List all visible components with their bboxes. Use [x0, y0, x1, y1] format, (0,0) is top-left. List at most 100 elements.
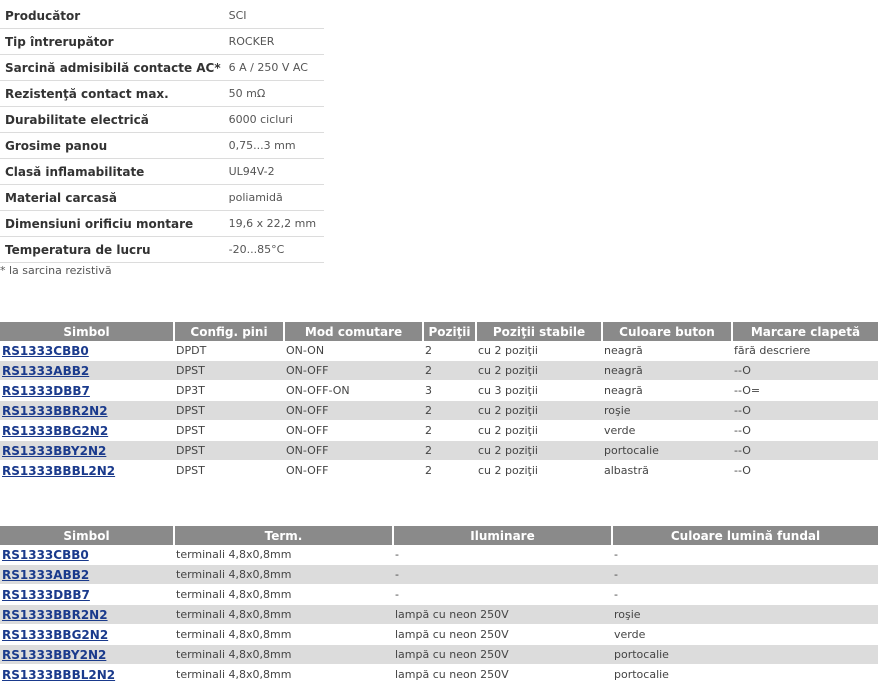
table-cell: neagră [602, 360, 732, 381]
table-row: RS1333ABB2 terminali 4,8x0,8mm - - [0, 564, 878, 585]
symbol-cell: RS1333ABB2 [0, 564, 174, 585]
table-cell: --O [732, 400, 878, 421]
spec-value: -20...85°C [220, 236, 324, 263]
column-header: Mod comutare [283, 322, 423, 341]
table-cell: DPST [174, 400, 284, 421]
product-link[interactable]: RS1333BBG2N2 [2, 424, 108, 438]
product-link[interactable]: RS1333BBG2N2 [2, 628, 108, 642]
table-cell: verde [612, 624, 878, 645]
spec-value: ROCKER [220, 28, 324, 55]
product-link[interactable]: RS1333CBB0 [2, 344, 89, 358]
table-cell: ON-OFF [284, 460, 423, 481]
table-cell: lampă cu neon 250V [393, 644, 612, 665]
symbol-cell: RS1333BBY2N2 [0, 440, 174, 461]
spec-row: Durabilitate electrică 6000 cicluri [0, 106, 324, 133]
table-cell: cu 2 poziţii [476, 360, 602, 381]
spec-row: Producător SCI [0, 3, 324, 29]
table-cell: 2 [423, 360, 476, 381]
table-cell: 2 [423, 341, 476, 361]
spec-value: poliamidă [220, 184, 324, 211]
spec-value: 19,6 x 22,2 mm [220, 210, 324, 237]
product-link[interactable]: RS1333ABB2 [2, 364, 89, 378]
table-row: RS1333BBBL2N2 DPST ON-OFF 2 cu 2 poziţii alba… [0, 460, 878, 481]
symbol-cell: RS1333CBB0 [0, 545, 174, 565]
header-row: Simbol Term. Iluminare Culoare lumină funda… [0, 526, 878, 545]
table-cell: ON-OFF [284, 360, 423, 381]
table-cell: DPST [174, 360, 284, 381]
product-link[interactable]: RS1333ABB2 [2, 568, 89, 582]
table-cell: portocalie [602, 440, 732, 461]
table-cell: verde [602, 420, 732, 441]
table-cell: terminali 4,8x0,8mm [174, 644, 393, 665]
table-cell: cu 2 poziţii [476, 400, 602, 421]
product-link[interactable]: RS1333BBBL2N2 [2, 464, 115, 478]
spec-label: Temperatura de lucru [0, 236, 221, 263]
table-cell: 2 [423, 420, 476, 441]
spec-value: SCI [220, 3, 324, 29]
table-row: RS1333BBG2N2 DPST ON-OFF 2 cu 2 poziţii verde… [0, 420, 878, 441]
spec-label: Dimensiuni orificiu montare [0, 210, 221, 237]
spec-label: Tip întrerupător [0, 28, 221, 55]
product-link[interactable]: RS1333BBR2N2 [2, 608, 108, 622]
table-cell: terminali 4,8x0,8mm [174, 604, 393, 625]
table-cell: roşie [602, 400, 732, 421]
table-cell: --O= [732, 380, 878, 401]
spec-value: 50 mΩ [220, 80, 324, 107]
spec-row: Rezistenţă contact max. 50 mΩ [0, 80, 324, 107]
table-cell: lampă cu neon 250V [393, 624, 612, 645]
table-cell: albastră [602, 460, 732, 481]
product-link[interactable]: RS1333BBBL2N2 [2, 668, 115, 682]
column-header: Simbol [0, 526, 174, 545]
table-cell: cu 3 poziţii [476, 380, 602, 401]
product-link[interactable]: RS1333DBB7 [2, 384, 90, 398]
column-header: Culoare lumină fundal [611, 526, 878, 545]
symbol-cell: RS1333DBB7 [0, 584, 174, 605]
column-header: Poziţii [422, 322, 476, 341]
product-link[interactable]: RS1333DBB7 [2, 588, 90, 602]
spec-label: Material carcasă [0, 184, 221, 211]
table-cell: - [612, 564, 878, 585]
symbol-cell: RS1333DBB7 [0, 380, 174, 401]
symbol-cell: RS1333BBR2N2 [0, 400, 174, 421]
spec-label: Producător [0, 3, 221, 29]
product-link[interactable]: RS1333BBY2N2 [2, 648, 106, 662]
table-cell: neagră [602, 341, 732, 361]
spec-value: 6 A / 250 V AC [220, 54, 324, 81]
spec-value: 0,75...3 mm [220, 132, 324, 159]
spec-row: Dimensiuni orificiu montare 19,6 x 22,2 m… [0, 210, 324, 237]
table-cell: DP3T [174, 380, 284, 401]
column-header: Poziţii stabile [475, 322, 602, 341]
table-cell: DPDT [174, 341, 284, 361]
column-header: Config. pini [173, 322, 284, 341]
table-cell: terminali 4,8x0,8mm [174, 664, 393, 685]
table-cell: terminali 4,8x0,8mm [174, 584, 393, 605]
table-cell: roşie [612, 604, 878, 625]
spec-row: Clasă inflamabilitate UL94V-2 [0, 158, 324, 185]
symbol-cell: RS1333BBG2N2 [0, 624, 174, 645]
table-cell: 2 [423, 400, 476, 421]
spec-label: Rezistenţă contact max. [0, 80, 221, 107]
table-row: RS1333CBB0 DPDT ON-ON 2 cu 2 poziţii neagră fă… [0, 341, 878, 361]
spec-row: Temperatura de lucru -20...85°C [0, 236, 324, 263]
spec-row: Material carcasă poliamidă [0, 184, 324, 211]
table-cell: --O [732, 440, 878, 461]
table-cell: terminali 4,8x0,8mm [174, 564, 393, 585]
spec-value: UL94V-2 [220, 158, 324, 185]
table-cell: portocalie [612, 644, 878, 665]
table-cell: terminali 4,8x0,8mm [174, 545, 393, 565]
table-cell: cu 2 poziţii [476, 420, 602, 441]
spec-label: Grosime panou [0, 132, 221, 159]
product-link[interactable]: RS1333CBB0 [2, 548, 89, 562]
table-row: RS1333CBB0 terminali 4,8x0,8mm - - [0, 545, 878, 565]
table-cell: 2 [423, 440, 476, 461]
product-link[interactable]: RS1333BBR2N2 [2, 404, 108, 418]
table-cell: lampă cu neon 250V [393, 664, 612, 685]
table-cell: cu 2 poziţii [476, 440, 602, 461]
models-table: Simbol Config. pini Mod comutare Poziţii Poz… [0, 322, 878, 481]
footnote: * la sarcina rezistivă [0, 264, 112, 277]
table-row: RS1333BBG2N2 terminali 4,8x0,8mm lampă cu … [0, 624, 878, 645]
product-link[interactable]: RS1333BBY2N2 [2, 444, 106, 458]
table-cell: ON-OFF [284, 440, 423, 461]
table-cell: ON-ON [284, 341, 423, 361]
table-cell: fără descriere [732, 341, 878, 361]
